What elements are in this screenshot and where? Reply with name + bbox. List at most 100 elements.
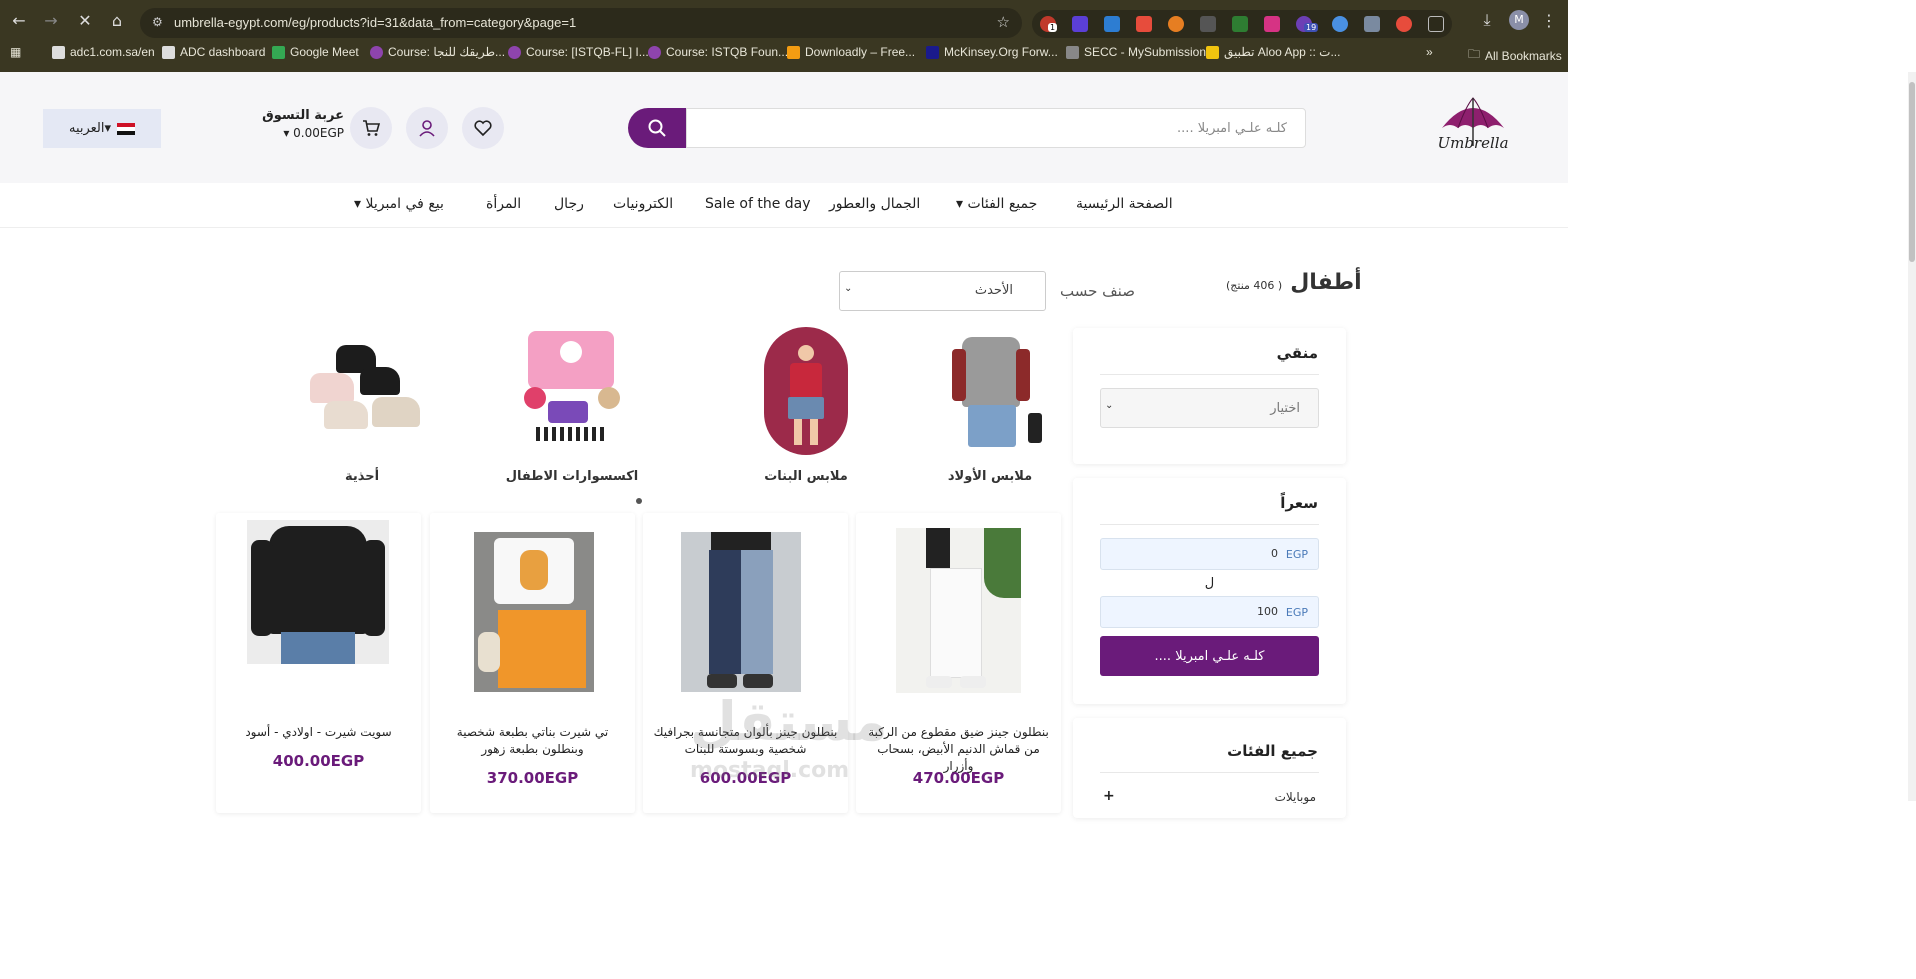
category-card-shoes[interactable]: أحذية [292, 327, 432, 484]
browser-menu-icon[interactable]: ⋮ [1536, 7, 1562, 33]
cart-icon [363, 120, 381, 136]
address-bar[interactable]: ⚙ umbrella-egypt.com/eg/products?id=31&d… [140, 8, 1022, 38]
egypt-flag-icon [117, 122, 136, 135]
expand-plus-icon[interactable]: + [1103, 788, 1115, 804]
categories-filter: جميع الفئات موبايلات + [1073, 718, 1346, 818]
address-url[interactable]: umbrella-egypt.com/eg/products?id=31&dat… [174, 15, 576, 30]
product-image [474, 532, 594, 692]
watermark-arabic: مستقل [690, 690, 888, 753]
extension-icon[interactable] [1232, 16, 1248, 32]
bookmark-item[interactable]: Course: ISTQB Foun... [648, 45, 788, 59]
bookmark-item[interactable]: McKinsey.Org Forw... [926, 45, 1058, 59]
site-info-icon[interactable]: ⚙ [152, 15, 163, 29]
watermark-url: mostaql.com [690, 758, 850, 783]
boys-clothes-image [926, 327, 1054, 455]
brand-select[interactable]: اختيار ⌄ [1100, 388, 1319, 428]
home-icon[interactable]: ⌂ [104, 7, 130, 33]
cart-title: عربة التسوق [262, 108, 344, 123]
category-item[interactable]: موبايلات [1275, 790, 1316, 804]
sort-label: صنف حسب [1060, 282, 1135, 300]
apps-grid-icon[interactable]: ▦ [10, 45, 21, 59]
extension-icon[interactable] [1396, 16, 1412, 32]
search-input[interactable]: كلـه علـي امبريلا .... [686, 108, 1306, 148]
product-name[interactable]: تي شيرت بناتي بطبعة شخصية وبنطلون بطبعة … [438, 724, 627, 758]
bookmark-item[interactable]: Downloadly – Free... [787, 45, 915, 59]
nav-home[interactable]: الصفحة الرئيسية [1076, 196, 1173, 212]
nav-electronics[interactable]: الكترونيات [613, 196, 673, 212]
site-header: Umbrella كلـه علـي امبريلا .... عربة الت… [0, 72, 1568, 183]
scrollbar-thumb[interactable] [1909, 82, 1915, 262]
umbrella-logo[interactable]: Umbrella [1436, 94, 1510, 160]
language-selector[interactable]: العربيه▾ [43, 109, 161, 148]
wishlist-button[interactable] [462, 107, 504, 149]
product-count: ( 406 منتج) [1226, 279, 1283, 292]
product-name[interactable]: بنطلون جينز ضيق مقطوع من الركبة من قماش … [864, 724, 1053, 775]
product-card[interactable]: تي شيرت بناتي بطبعة شخصية وبنطلون بطبعة … [430, 513, 635, 813]
profile-avatar[interactable]: M [1506, 7, 1532, 33]
browser-chrome: ← → ✕ ⌂ ⚙ umbrella-egypt.com/eg/products… [0, 0, 1568, 72]
divider [1100, 524, 1319, 525]
price-filter-button[interactable]: كلـه علـي امبريلا .... [1100, 636, 1319, 676]
brand-filter: منقي اختيار ⌄ [1073, 328, 1346, 464]
category-card-boys[interactable]: ملابس الأولاد [920, 327, 1060, 484]
nav-beauty[interactable]: الجمال والعطور [829, 196, 920, 212]
download-icon[interactable]: ⤓ [1474, 7, 1500, 33]
extension-icon[interactable] [1104, 16, 1120, 32]
category-label: ملابس الأولاد [947, 469, 1033, 484]
extension-icon[interactable] [1364, 16, 1380, 32]
back-icon[interactable]: ← [6, 7, 32, 33]
website: Umbrella كلـه علـي امبريلا .... عربة الت… [0, 72, 1568, 818]
price-to-label: ل [1204, 576, 1215, 591]
category-card-girls[interactable]: ملابس البنات [736, 327, 876, 484]
cart-summary[interactable]: عربة التسوق ▾ 0.00EGP [262, 108, 344, 140]
bookmark-item[interactable]: adc1.com.sa/en [52, 45, 155, 59]
cart-total: ▾ 0.00EGP [283, 126, 344, 140]
page-scrollbar[interactable] [1908, 72, 1916, 801]
price-min-input[interactable]: EGP 0 [1100, 538, 1319, 570]
slider-dot[interactable] [636, 498, 642, 504]
product-name[interactable]: سويت شيرت - اولادي - أسود [224, 724, 413, 741]
extension-badge: 1 [1048, 23, 1058, 32]
nav-sell-on-umbrella[interactable]: بيع في امبريلا ▾ [354, 196, 444, 212]
extension-icon[interactable] [1332, 16, 1348, 32]
extension-icon[interactable] [1136, 16, 1152, 32]
nav-all-categories[interactable]: جميع الفئات ▾ [956, 196, 1037, 212]
bookmark-item[interactable]: Course: [ISTQB-FL] I... [508, 45, 649, 59]
price-max-input[interactable]: EGP 100 [1100, 596, 1319, 628]
all-bookmarks-folder[interactable]: 🗀 All Bookmarks [1468, 45, 1562, 66]
product-image [681, 532, 801, 692]
account-button[interactable] [406, 107, 448, 149]
nav-men[interactable]: رجال [554, 196, 584, 212]
chevron-down-icon: ⌄ [844, 283, 853, 294]
folder-icon: 🗀 [1468, 47, 1481, 61]
product-card[interactable]: بنطلون جينز ضيق مقطوع من الركبة من قماش … [856, 513, 1061, 813]
nav-women[interactable]: المرأة [486, 196, 521, 212]
product-price: 400.00EGP [272, 752, 365, 770]
cart-button[interactable] [350, 107, 392, 149]
search-button[interactable] [628, 108, 686, 148]
bookmark-item[interactable]: تطبيق Aloo App :: ت... [1206, 45, 1340, 59]
brand-select-value: اختيار [1270, 401, 1300, 416]
bookmarks-bar: ▦ adc1.com.sa/en ADC dashboard Google Me… [0, 40, 1568, 66]
category-card-kids-accessories[interactable]: اكسسوارات الاطفال [502, 327, 642, 484]
extension-icon[interactable] [1168, 16, 1184, 32]
extensions-puzzle-icon[interactable] [1428, 16, 1444, 32]
more-bookmarks-button[interactable]: » [1426, 45, 1433, 59]
extension-badge: 19 [1304, 23, 1319, 32]
girls-clothes-image [742, 327, 870, 455]
bookmark-item[interactable]: SECC - MySubmission [1066, 45, 1206, 59]
extension-icon[interactable] [1200, 16, 1216, 32]
bookmark-star-icon[interactable]: ☆ [997, 13, 1010, 31]
product-card[interactable]: سويت شيرت - اولادي - أسود 400.00EGP [216, 513, 421, 813]
bookmark-item[interactable]: Course: طريقك للنجا... [370, 45, 505, 59]
extension-icon[interactable] [1072, 16, 1088, 32]
nav-sale-of-day[interactable]: Sale of the day [705, 196, 811, 212]
forward-icon[interactable]: → [38, 7, 64, 33]
category-title: أطفال [1290, 270, 1362, 295]
bookmark-item[interactable]: Google Meet [272, 45, 359, 59]
bookmark-item[interactable]: ADC dashboard [162, 45, 265, 59]
product-image [896, 528, 1021, 693]
sort-select[interactable]: الأحدث ⌄ [839, 271, 1046, 311]
extension-icon[interactable] [1264, 16, 1280, 32]
stop-loading-icon[interactable]: ✕ [72, 7, 98, 33]
